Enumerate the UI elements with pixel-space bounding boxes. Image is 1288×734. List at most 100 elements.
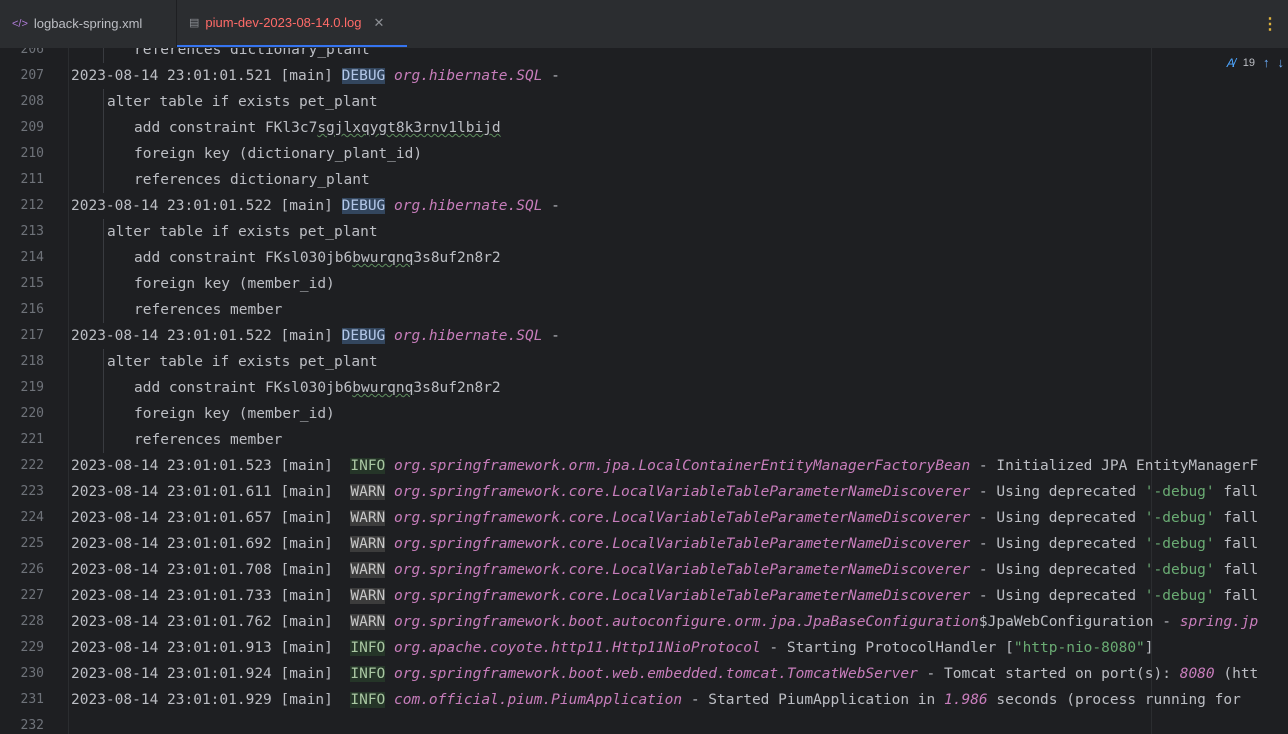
- token-text: foreign key (member_id): [134, 276, 335, 292]
- log-line: 231 2023-08-14 23:01:01.929 [main] INFO c…: [0, 687, 1288, 713]
- indent-guide: [103, 167, 104, 193]
- indent-guide: [103, 115, 104, 141]
- log-line: 211 references dictionary_plant: [0, 167, 1288, 193]
- line-content: foreign key (member_id): [134, 401, 335, 427]
- line-content: 2023-08-14 23:01:01.522 [main] DEBUG org…: [71, 323, 560, 349]
- token-text: fall: [1214, 510, 1259, 526]
- line-content: add constraint FKsl030jb6bwurqnq3s8uf2n8…: [134, 245, 501, 271]
- token-logger: com.official.pium.PiumApplication: [394, 692, 683, 708]
- log-line: 228 2023-08-14 23:01:01.762 [main] WARN o…: [0, 609, 1288, 635]
- line-content: 2023-08-14 23:01:01.733 [main] WARN org.…: [71, 583, 1258, 609]
- line-number: 213: [20, 224, 44, 239]
- token-warn: WARN: [350, 562, 386, 578]
- log-line: 213 alter table if exists pet_plant: [0, 219, 1288, 245]
- indent-guide: [103, 141, 104, 167]
- log-line: 209 add constraint FKl3c7sgjlxqygt8k3rnv1…: [0, 115, 1288, 141]
- token-info: INFO: [350, 458, 386, 474]
- token-squig: bwurqnq: [352, 380, 414, 396]
- token-str: '-debug': [1144, 562, 1215, 578]
- line-number: 220: [20, 406, 44, 421]
- token-text: 2023-08-14 23:01:01.924 [main]: [71, 666, 351, 682]
- token-text: - Using deprecated: [970, 510, 1145, 526]
- token-text: ]: [1144, 640, 1154, 656]
- line-number: 221: [20, 432, 44, 447]
- token-text: 3s8uf2n8r2: [413, 250, 501, 266]
- line-number: 225: [20, 536, 44, 551]
- indent-guide: [103, 349, 104, 375]
- line-content: 2023-08-14 23:01:01.523 [main] INFO org.…: [71, 453, 1258, 479]
- token-text: 2023-08-14 23:01:01.708 [main]: [71, 562, 351, 578]
- log-line: 215 foreign key (member_id): [0, 271, 1288, 297]
- inspection-widget[interactable]: A̸ 19 ↑ ↓: [1227, 55, 1284, 70]
- line-number: 231: [20, 692, 44, 707]
- line-number: 230: [20, 666, 44, 681]
- log-line: 219 add constraint FKsl030jb6bwurqnq3s8uf…: [0, 375, 1288, 401]
- token-text: alter table if exists pet_plant: [107, 354, 378, 370]
- line-content: 2023-08-14 23:01:01.762 [main] WARN org.…: [71, 609, 1258, 635]
- token-str: '-debug': [1144, 510, 1215, 526]
- token-text: references dictionary_plant: [134, 172, 370, 188]
- line-number: 224: [20, 510, 44, 525]
- log-line: 208 alter table if exists pet_plant: [0, 89, 1288, 115]
- line-content: alter table if exists pet_plant: [107, 219, 378, 245]
- token-text: references member: [134, 432, 283, 448]
- token-logger: org.springframework.boot.web.embedded.to…: [394, 666, 918, 682]
- token-text: -: [542, 68, 560, 84]
- token-text: add constraint FKl3c7: [134, 120, 318, 136]
- tab-logback-spring-xml[interactable]: </> logback-spring.xml: [0, 0, 154, 47]
- token-logger: spring.jp: [1179, 614, 1259, 630]
- line-number: 206: [20, 48, 44, 57]
- previous-highlight-icon[interactable]: ↑: [1263, 55, 1270, 70]
- close-tab-icon[interactable]: ✕: [374, 15, 385, 31]
- indent-guide: [103, 297, 104, 323]
- log-line: 210 foreign key (dictionary_plant_id): [0, 141, 1288, 167]
- more-options-icon[interactable]: ⋮: [1262, 14, 1278, 34]
- token-info: INFO: [350, 666, 386, 682]
- line-number: 226: [20, 562, 44, 577]
- line-number: 215: [20, 276, 44, 291]
- line-content: foreign key (member_id): [134, 271, 335, 297]
- indent-guide: [103, 89, 104, 115]
- token-text: 2023-08-14 23:01:01.762 [main]: [71, 614, 351, 630]
- token-text: - Tomcat started on port(s):: [917, 666, 1180, 682]
- token-text: - Initialized JPA EntityManagerF: [970, 458, 1259, 474]
- token-text: fall: [1214, 588, 1259, 604]
- token-text: - Starting ProtocolHandler [: [760, 640, 1014, 656]
- log-line: 226 2023-08-14 23:01:01.708 [main] WARN o…: [0, 557, 1288, 583]
- token-text: foreign key (dictionary_plant_id): [134, 146, 423, 162]
- line-content: alter table if exists pet_plant: [107, 349, 378, 375]
- token-text: 2023-08-14 23:01:01.692 [main]: [71, 536, 351, 552]
- token-text: 2023-08-14 23:01:01.929 [main]: [71, 692, 351, 708]
- log-editor[interactable]: 206 references dictionary_plant 207 2023-08…: [0, 48, 1288, 734]
- line-content: references dictionary_plant: [134, 167, 370, 193]
- line-number: 216: [20, 302, 44, 317]
- next-highlight-icon[interactable]: ↓: [1278, 55, 1285, 70]
- log-line: 224 2023-08-14 23:01:01.657 [main] WARN o…: [0, 505, 1288, 531]
- tab-pium-dev-log[interactable]: ▤ pium-dev-2023-08-14.0.log ✕: [177, 0, 407, 47]
- log-line: 232: [0, 713, 1288, 734]
- log-line: 225 2023-08-14 23:01:01.692 [main] WARN o…: [0, 531, 1288, 557]
- token-warn: WARN: [350, 536, 386, 552]
- token-str: "http-nio-8080": [1013, 640, 1145, 656]
- line-content: add constraint FKsl030jb6bwurqnq3s8uf2n8…: [134, 375, 501, 401]
- token-info: INFO: [350, 640, 386, 656]
- line-content: references member: [134, 297, 282, 323]
- line-content: 2023-08-14 23:01:01.924 [main] INFO org.…: [71, 661, 1258, 687]
- line-number: 208: [20, 94, 44, 109]
- token-str: '-debug': [1144, 588, 1215, 604]
- line-content: alter table if exists pet_plant: [107, 89, 378, 115]
- log-line: 214 add constraint FKsl030jb6bwurqnq3s8uf…: [0, 245, 1288, 271]
- log-line: 223 2023-08-14 23:01:01.611 [main] WARN o…: [0, 479, 1288, 505]
- token-warn: WARN: [350, 484, 386, 500]
- indent-guide: [103, 245, 104, 271]
- token-text: - Using deprecated: [970, 484, 1145, 500]
- token-text: seconds (process running for: [987, 692, 1250, 708]
- token-logger: org.springframework.orm.jpa.LocalContain…: [394, 458, 971, 474]
- token-text: references member: [134, 302, 283, 318]
- token-text: 2023-08-14 23:01:01.522 [main]: [71, 198, 342, 214]
